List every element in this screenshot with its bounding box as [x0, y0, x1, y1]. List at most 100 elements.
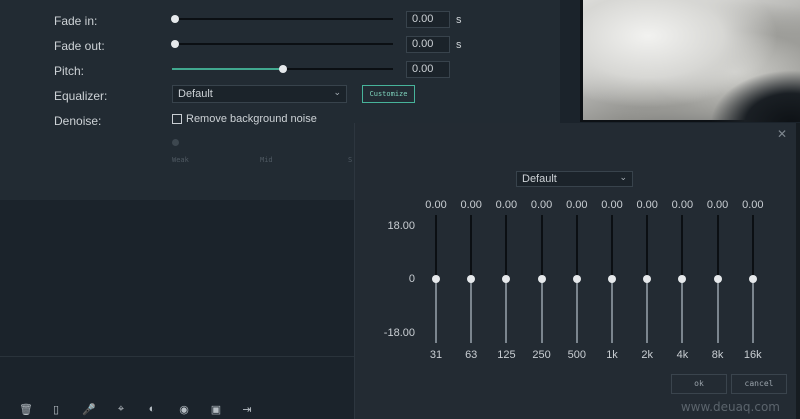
eq-band-track-upper [540, 215, 543, 279]
pitch-knob[interactable] [278, 65, 287, 73]
pitch-fill [172, 68, 283, 70]
eq-band-track-lower [646, 279, 649, 343]
eq-band-frequency: 125 [497, 349, 516, 361]
denoise-level-knob [172, 139, 179, 146]
eq-preset-selected: Default [522, 173, 557, 185]
tag-icon[interactable]: ▯ [49, 403, 63, 416]
eq-band-frequency: 1k [606, 349, 618, 361]
denoise-level-mid: Mid [260, 156, 273, 164]
close-icon[interactable]: ✕ [777, 127, 787, 141]
chevron-down-icon: ⌄ [333, 87, 341, 97]
eq-band-track-upper [470, 215, 473, 279]
fade-out-unit: s [456, 39, 462, 51]
eq-band-frequency: 31 [429, 349, 443, 361]
fade-out-knob[interactable] [171, 40, 179, 48]
eq-band-track-upper [646, 215, 649, 279]
eq-band-value: 0.00 [742, 199, 764, 211]
eq-band-track-upper [716, 215, 719, 279]
eq-db-bottom: -18.00 [383, 327, 415, 339]
microphone-icon[interactable]: 🎤 [82, 403, 96, 416]
equalizer-label: Equalizer: [54, 89, 108, 103]
denoise-label: Denoise: [54, 114, 102, 128]
fade-out-input[interactable]: 0.00 [406, 36, 450, 53]
eq-band-track-lower [716, 279, 719, 343]
cancel-button[interactable]: cancel [731, 374, 787, 394]
eq-band-knob[interactable] [467, 275, 476, 283]
eq-band-frequency: 8k [711, 349, 724, 361]
eq-db-top: 18.00 [387, 220, 415, 232]
eq-band-track-upper [751, 215, 754, 279]
equalizer-dialog: ✕ Default ⌄ 18.00 0 -18.00 0.00 31 0.00 63 0… [354, 123, 797, 419]
eq-band-track-upper [681, 215, 684, 279]
eq-band-value: 0.00 [460, 199, 482, 211]
eq-band-track-lower [681, 279, 684, 343]
pitch-slider[interactable] [172, 61, 393, 77]
fade-in-row: Fade in: 0.00 s [0, 11, 560, 35]
eq-band-frequency: 63 [465, 349, 478, 361]
eq-band-knob[interactable] [608, 275, 616, 283]
right-edge [796, 123, 800, 419]
fade-in-knob[interactable] [171, 15, 179, 23]
eq-band-frequency: 500 [567, 349, 586, 361]
eq-band-knob[interactable] [678, 275, 687, 283]
equalizer-select[interactable]: Default ⌄ [172, 85, 347, 103]
color-icon[interactable]: ◉ [177, 403, 191, 416]
eq-band-frequency: 250 [532, 349, 551, 361]
eq-band-track-lower [575, 279, 578, 343]
fade-in-unit: s [456, 14, 462, 26]
eq-db-mid: 0 [408, 273, 415, 285]
eq-band-value: 0.00 [425, 199, 447, 211]
eq-band-knob[interactable] [713, 275, 722, 283]
eq-band-knob[interactable] [643, 275, 652, 283]
pitch-row: Pitch: 0.00 [0, 61, 560, 85]
eq-band-value: 0.00 [530, 199, 553, 211]
fade-in-track [175, 18, 393, 20]
eq-band-track-upper [505, 215, 508, 279]
eq-band-frequency: 4k [676, 349, 689, 361]
eq-band-track-upper [611, 215, 613, 279]
eq-band-track-lower [470, 279, 473, 343]
fade-out-label: Fade out: [54, 39, 105, 53]
pitch-label: Pitch: [54, 64, 85, 78]
eq-band-frequency: 2k [641, 349, 653, 361]
denoise-checkbox[interactable] [172, 114, 182, 124]
eq-band-value: 0.00 [671, 199, 694, 211]
eq-band-knob[interactable] [537, 275, 546, 283]
ok-button[interactable]: ok [671, 374, 727, 394]
crop-icon[interactable]: ⌖ [114, 403, 128, 416]
eq-band-value: 0.00 [636, 199, 658, 211]
fade-out-row: Fade out: 0.00 s [0, 36, 560, 60]
eq-band-value: 0.00 [601, 199, 623, 211]
eq-band-value: 0.00 [566, 199, 588, 211]
eq-preset-select[interactable]: Default ⌄ [516, 171, 633, 187]
eq-band-knob[interactable] [502, 275, 511, 283]
fade-out-track [175, 43, 393, 45]
denoise-level-weak: Weak [172, 156, 189, 164]
eq-band-frequency: 16k [743, 349, 762, 361]
divider [0, 356, 354, 357]
eq-band-knob[interactable] [748, 275, 757, 283]
pitch-input[interactable]: 0.00 [406, 61, 450, 78]
eq-band-track-lower [435, 279, 437, 343]
fade-out-slider[interactable] [171, 36, 393, 52]
fade-in-input[interactable]: 0.00 [406, 11, 450, 28]
bottom-toolbar: 🗑 ▯ 🎤 ⌖ ◐ ◉ ▣ ⇥ [0, 400, 354, 419]
eq-band-knob[interactable] [432, 275, 440, 283]
denoise-checkbox-label[interactable]: Remove background noise [186, 113, 317, 125]
speed-icon[interactable]: ◐ [145, 403, 159, 415]
eq-band-value: 0.00 [706, 199, 729, 211]
fade-in-slider[interactable] [171, 11, 393, 27]
eq-band-knob[interactable] [572, 275, 581, 283]
customize-button[interactable]: Customize [362, 85, 415, 103]
export-icon[interactable]: ⇥ [240, 403, 254, 416]
screen-icon[interactable]: ▣ [209, 403, 223, 416]
eq-band-track-lower [505, 279, 508, 343]
eq-band-track-upper [575, 215, 578, 279]
equalizer-selected: Default [178, 88, 213, 100]
denoise-level-strong: S [348, 156, 353, 164]
trash-icon[interactable]: 🗑 [19, 403, 33, 416]
eq-band-track-lower [540, 279, 543, 343]
eq-band-value: 0.00 [495, 199, 518, 211]
preview-shadow [710, 70, 800, 122]
watermark: www.deuaq.com [680, 400, 780, 414]
